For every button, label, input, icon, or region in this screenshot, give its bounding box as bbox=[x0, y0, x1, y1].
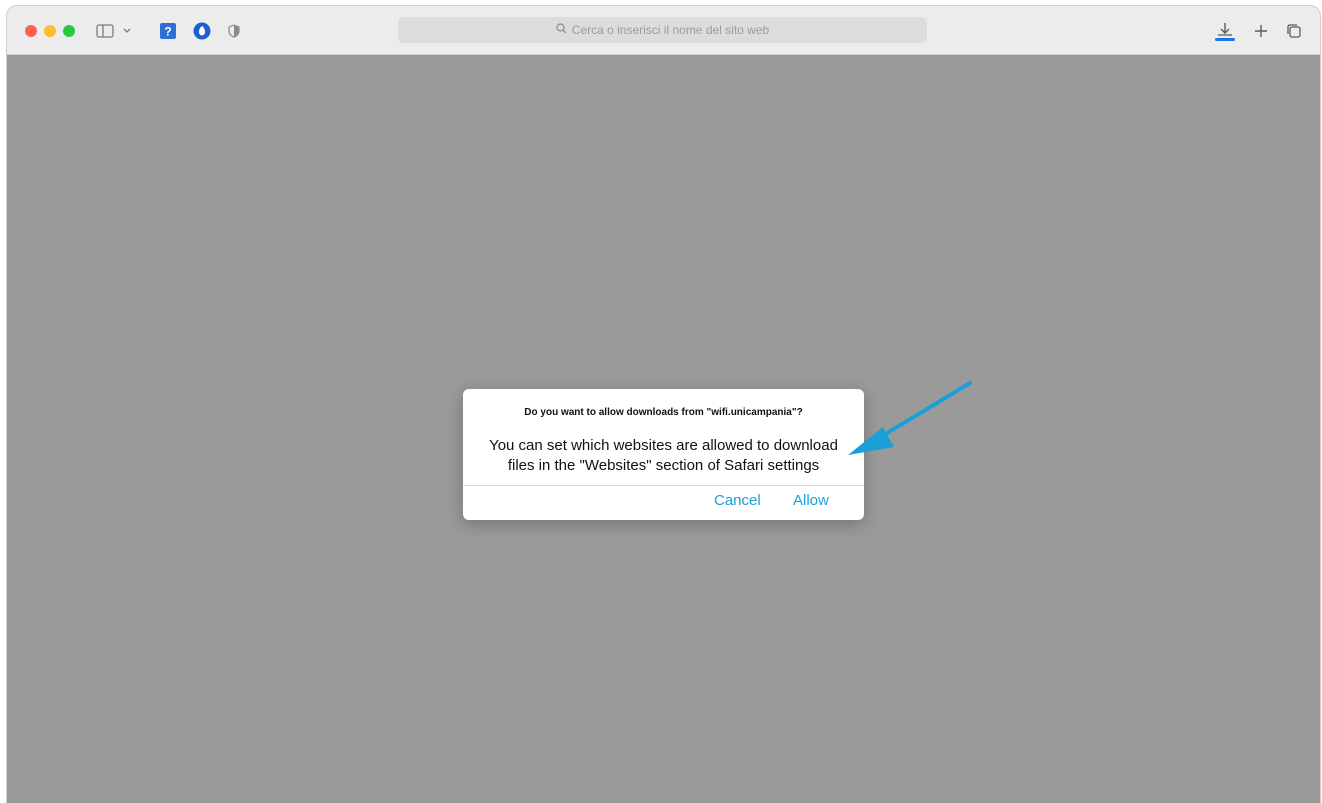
chevron-down-icon[interactable] bbox=[121, 20, 133, 42]
zoom-window-button[interactable] bbox=[63, 25, 75, 37]
safari-window: ? Cerca o inserisci il nome del sito web… bbox=[7, 6, 1320, 803]
browser-toolbar: ? Cerca o inserisci il nome del sito web bbox=[7, 6, 1320, 55]
download-icon[interactable] bbox=[1213, 20, 1237, 42]
shield-icon[interactable] bbox=[226, 20, 242, 42]
svg-text:?: ? bbox=[164, 25, 171, 39]
close-window-button[interactable] bbox=[25, 25, 37, 37]
page-content: Do you want to allow downloads from "wif… bbox=[7, 55, 1320, 803]
plus-icon[interactable] bbox=[1251, 20, 1271, 42]
address-bar[interactable]: Cerca o inserisci il nome del sito web bbox=[398, 17, 927, 43]
address-placeholder: Cerca o inserisci il nome del sito web bbox=[571, 23, 770, 37]
sidebar-icon[interactable] bbox=[95, 20, 115, 42]
minimize-window-button[interactable] bbox=[44, 25, 56, 37]
privacy-extension-icon[interactable] bbox=[192, 20, 212, 42]
tabs-overview-icon[interactable] bbox=[1284, 20, 1304, 42]
search-icon bbox=[556, 23, 567, 37]
annotation-arrow-icon bbox=[848, 381, 972, 455]
help-extension-icon[interactable]: ? bbox=[158, 20, 178, 42]
